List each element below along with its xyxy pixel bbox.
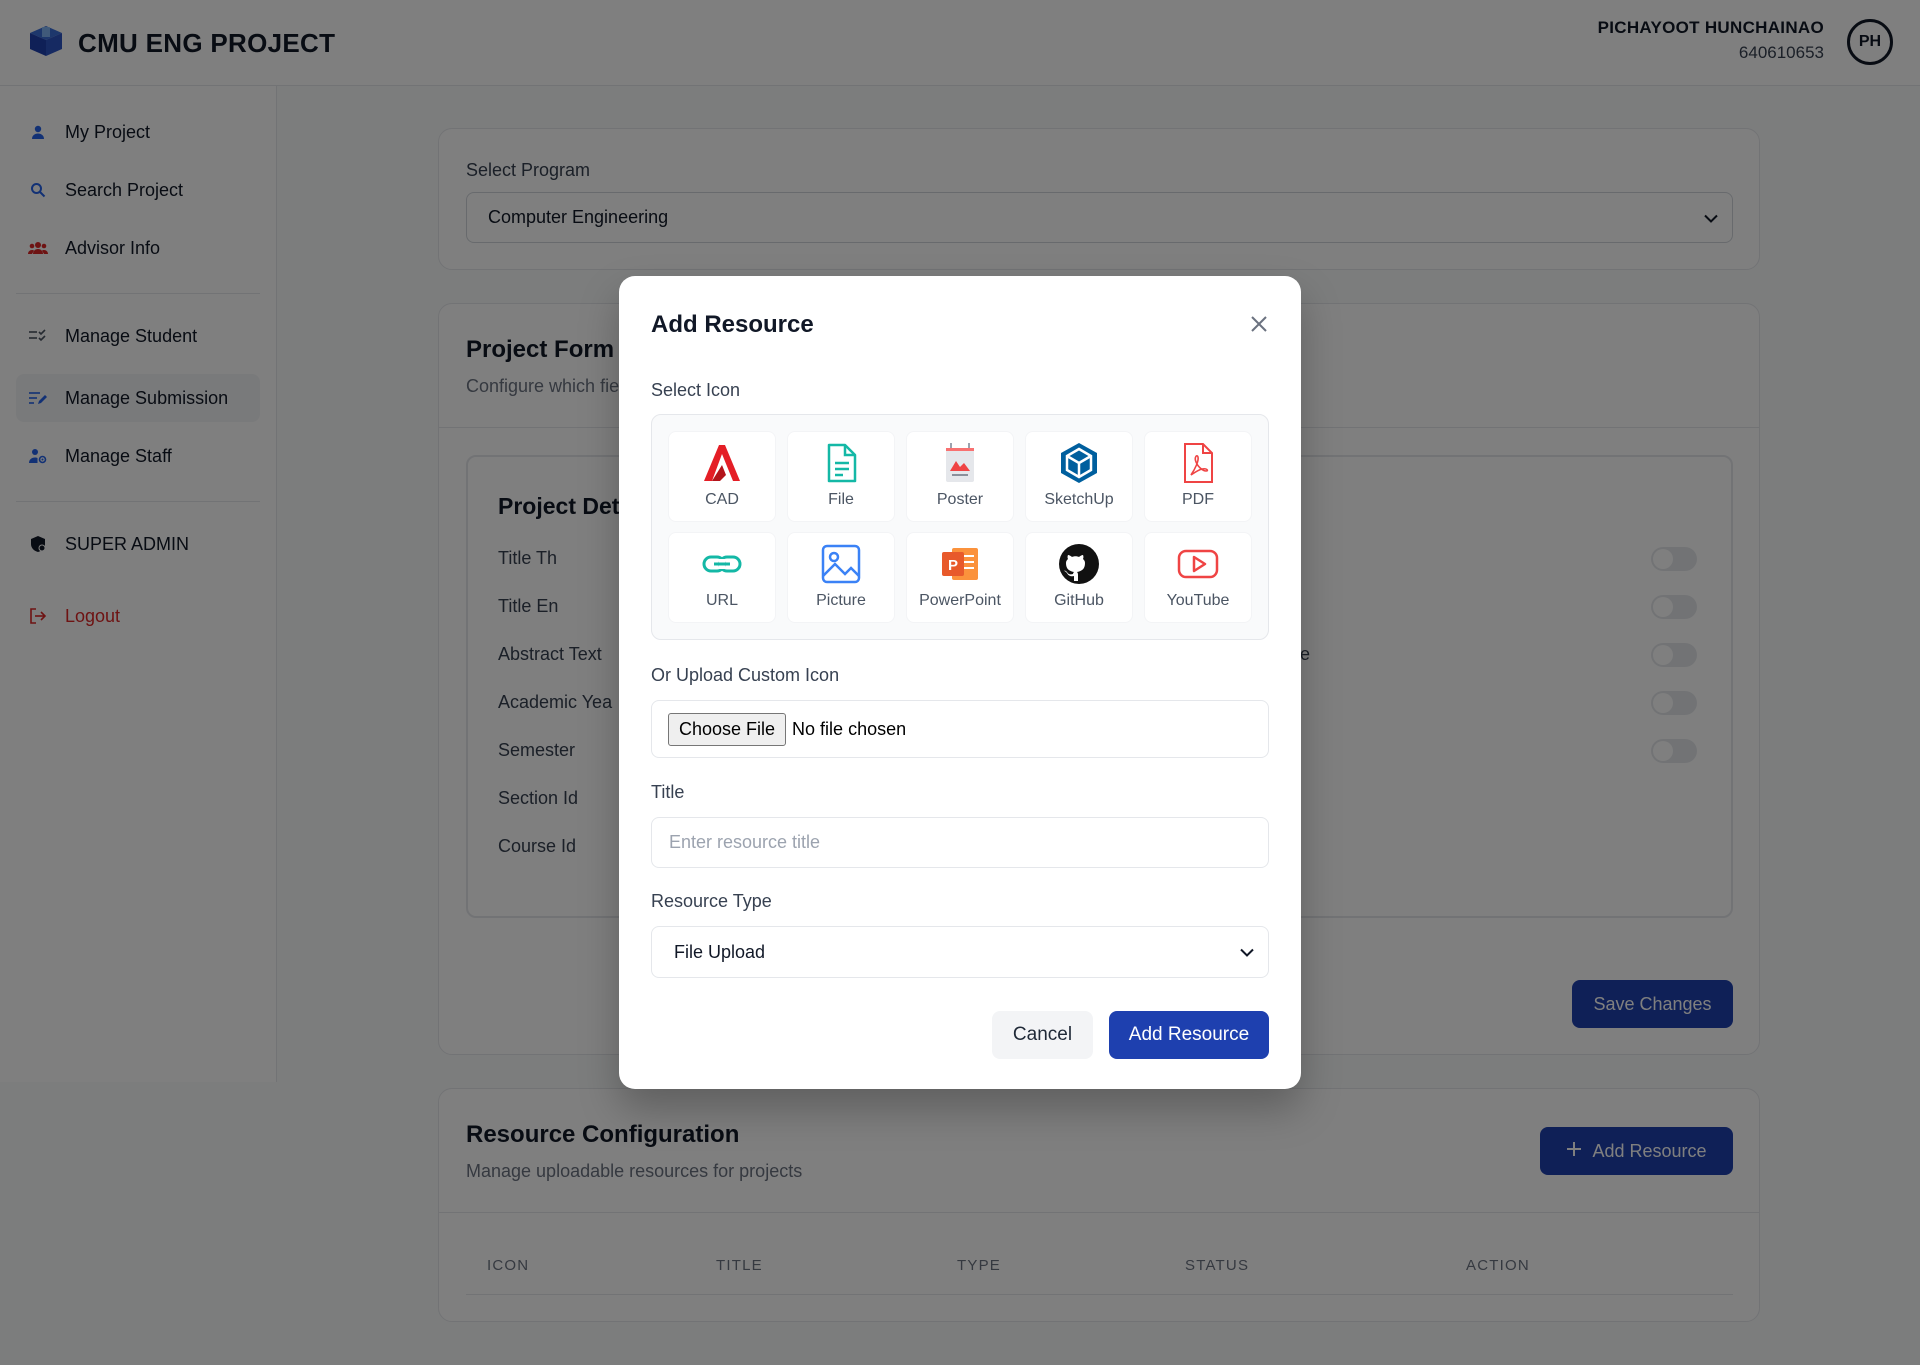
icon-option-pdf[interactable]: PDF — [1144, 431, 1252, 522]
cancel-button[interactable]: Cancel — [992, 1011, 1093, 1059]
image-icon — [821, 544, 861, 584]
icon-option-label: YouTube — [1166, 592, 1230, 609]
sketchup-icon — [1061, 443, 1097, 483]
icon-option-powerpoint[interactable]: P PowerPoint — [906, 532, 1014, 623]
resource-title-input[interactable]: Enter resource title — [651, 817, 1269, 868]
resource-type-value: File Upload — [674, 941, 766, 962]
icon-option-label: File — [828, 491, 854, 508]
icon-option-sketchup[interactable]: SketchUp — [1025, 431, 1133, 522]
icon-option-label: PDF — [1182, 491, 1214, 508]
github-icon — [1059, 544, 1099, 584]
title-label: Title — [651, 782, 685, 802]
youtube-icon — [1177, 549, 1219, 579]
choose-file-button[interactable]: Choose File — [668, 712, 787, 746]
resource-type-label: Resource Type — [651, 891, 772, 911]
file-status: No file chosen — [792, 718, 907, 739]
icon-grid: CAD File Poster SketchUp PDF URL Picture — [651, 414, 1269, 640]
icon-option-label: URL — [705, 592, 738, 609]
icon-option-label: PowerPoint — [919, 592, 1001, 609]
icon-option-cad[interactable]: CAD — [668, 431, 776, 522]
icon-option-label: Picture — [816, 592, 866, 609]
svg-text:P: P — [948, 557, 958, 574]
icon-option-picture[interactable]: Picture — [787, 532, 895, 623]
icon-option-label: Poster — [936, 491, 984, 508]
modal-title: Add Resource — [651, 311, 814, 338]
poster-icon — [946, 443, 974, 482]
icon-option-github[interactable]: GitHub — [1025, 532, 1133, 623]
icon-option-poster[interactable]: Poster — [906, 431, 1014, 522]
select-icon-label: Select Icon — [651, 380, 741, 400]
custom-icon-file-input[interactable]: Choose File No file chosen — [651, 700, 1269, 758]
pdf-icon — [1184, 443, 1213, 483]
chevron-down-icon — [1240, 942, 1254, 963]
powerpoint-icon: P — [942, 548, 978, 580]
icon-option-label: SketchUp — [1044, 491, 1114, 508]
icon-option-youtube[interactable]: YouTube — [1144, 532, 1252, 623]
autodesk-cad-icon — [704, 445, 740, 481]
icon-option-label: CAD — [705, 491, 739, 508]
upload-icon-label: Or Upload Custom Icon — [651, 665, 840, 685]
icon-option-file[interactable]: File — [787, 431, 895, 522]
add-resource-modal: Add Resource Select Icon CAD File Poster… — [619, 276, 1301, 1089]
icon-option-label: GitHub — [1054, 592, 1104, 609]
close-icon[interactable] — [1247, 312, 1271, 336]
link-icon — [702, 555, 742, 573]
file-icon — [827, 443, 857, 483]
icon-option-url[interactable]: URL — [668, 532, 776, 623]
add-resource-submit-button[interactable]: Add Resource — [1109, 1011, 1269, 1059]
resource-type-select[interactable]: File Upload — [651, 926, 1269, 978]
